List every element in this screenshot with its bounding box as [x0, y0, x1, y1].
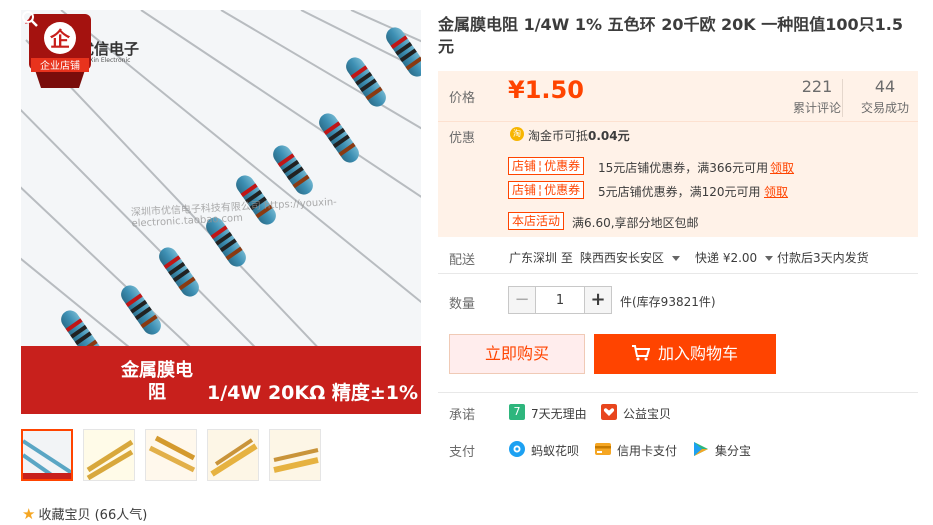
sales-label: 交易成功: [860, 101, 909, 115]
activity-tag: 本店活动: [508, 212, 565, 230]
product-title: 金属膜电阻 1/4W 1% 五色环 20千欧 20K 一种阻值100只1.5元: [438, 15, 904, 56]
star-icon: ★: [22, 505, 36, 523]
price-value: ¥1.50: [508, 76, 584, 104]
price-divider: [438, 121, 918, 122]
divider: [438, 392, 918, 393]
cart-icon: [631, 345, 651, 361]
thumbnail-4[interactable]: [207, 429, 259, 481]
thumbnail-5[interactable]: [269, 429, 321, 481]
promise-seven-day[interactable]: 7天无理由: [531, 405, 587, 422]
ship-to: 陕西西安长安区: [580, 251, 665, 265]
coupon-claim-1[interactable]: 领取: [770, 159, 794, 176]
thumbnail-3[interactable]: [145, 429, 197, 481]
ship-method-select[interactable]: 快递 ¥2.00: [695, 249, 774, 266]
quantity-input[interactable]: [536, 286, 584, 314]
favorite-label: 收藏宝贝: [38, 508, 91, 523]
credit-card-icon: [595, 443, 611, 455]
add-to-cart-label: 加入购物车: [657, 344, 738, 363]
svg-text:企: 企: [49, 27, 71, 51]
coin-value: 0.04元: [588, 129, 630, 143]
chevron-down-icon: [765, 256, 774, 261]
quantity-increase-button[interactable]: +: [584, 286, 612, 314]
promo-label: 优惠: [449, 131, 476, 146]
payment-label: 支付: [449, 445, 476, 460]
activity-text: 满6.60,享部分地区包邮: [572, 216, 699, 230]
seven-day-return-icon: 7: [509, 404, 525, 420]
price-box: 价格 ¥1.50 221 累计评论 44 交易成功 优惠 淘 淘金币可抵0.04…: [438, 71, 918, 237]
coupon-claim-2[interactable]: 领取: [764, 183, 788, 200]
banner-category: 金属膜电阻: [121, 360, 193, 403]
badge-label: 企业店铺: [40, 59, 80, 72]
price-label: 价格: [449, 91, 476, 106]
quantity-label: 数量: [449, 297, 476, 312]
coin-deduction: 淘金币可抵0.04元: [528, 127, 630, 144]
price-currency: ¥: [508, 76, 525, 104]
huabei-icon: [509, 441, 525, 457]
favorite-popularity: (66人气): [94, 508, 148, 523]
payment-credit-card[interactable]: 信用卡支付: [617, 442, 677, 459]
coin-text: 淘金币可抵: [528, 129, 589, 143]
shipping-label: 配送: [449, 253, 476, 268]
promise-label: 承诺: [449, 408, 476, 423]
payment-huabei[interactable]: 蚂蚁花呗: [531, 442, 579, 459]
divider: [438, 273, 918, 274]
coupon-text-1: 15元店铺优惠券，满366元可用: [598, 161, 769, 175]
favorite-link[interactable]: ★ 收藏宝贝 (66人气): [22, 504, 147, 523]
sales-stat: 44 交易成功: [852, 77, 918, 116]
stat-divider: [842, 79, 843, 117]
reviews-count: 221: [801, 77, 833, 96]
charity-heart-icon: [601, 404, 617, 420]
coupon-tag-1: 店铺 ¦ 优惠券: [508, 157, 585, 175]
sales-count: 44: [874, 77, 896, 96]
quantity-decrease-button[interactable]: −: [508, 286, 536, 314]
banner-spec: 1/4W 20KΩ 精度±1%: [207, 382, 419, 404]
thumbnail-1[interactable]: [21, 429, 73, 481]
ship-method: 快递 ¥2.00: [695, 251, 758, 265]
add-to-cart-button[interactable]: 加入购物车: [594, 334, 776, 374]
payment-jifenbao[interactable]: 集分宝: [715, 442, 751, 459]
zoom-icon[interactable]: [21, 10, 39, 28]
thumbnail-2[interactable]: [83, 429, 135, 481]
main-product-image[interactable]: 优信电子 YouXin Electronic 深圳市优信电子科技有限公司 htt…: [21, 10, 421, 414]
ship-to-select[interactable]: 陕西西安长安区: [580, 249, 681, 266]
buy-now-button[interactable]: 立即购买: [449, 334, 585, 374]
reviews-stat[interactable]: 221 累计评论: [784, 77, 850, 116]
reviews-label: 累计评论: [792, 101, 841, 115]
promise-charity[interactable]: 公益宝贝: [623, 405, 671, 422]
price-amount: 1.50: [524, 76, 584, 104]
jifenbao-icon: [694, 442, 708, 456]
stock-text: 件(库存93821件): [620, 295, 716, 309]
ship-timing: 付款后3天内发货: [777, 251, 869, 265]
coupon-tag-2: 店铺 ¦ 优惠券: [508, 181, 585, 199]
coupon-text-2: 5元店铺优惠券，满120元可用: [598, 185, 761, 199]
chevron-down-icon: [672, 256, 681, 261]
ship-from: 广东深圳 至: [509, 251, 573, 265]
taobao-coin-icon: 淘: [510, 127, 524, 141]
